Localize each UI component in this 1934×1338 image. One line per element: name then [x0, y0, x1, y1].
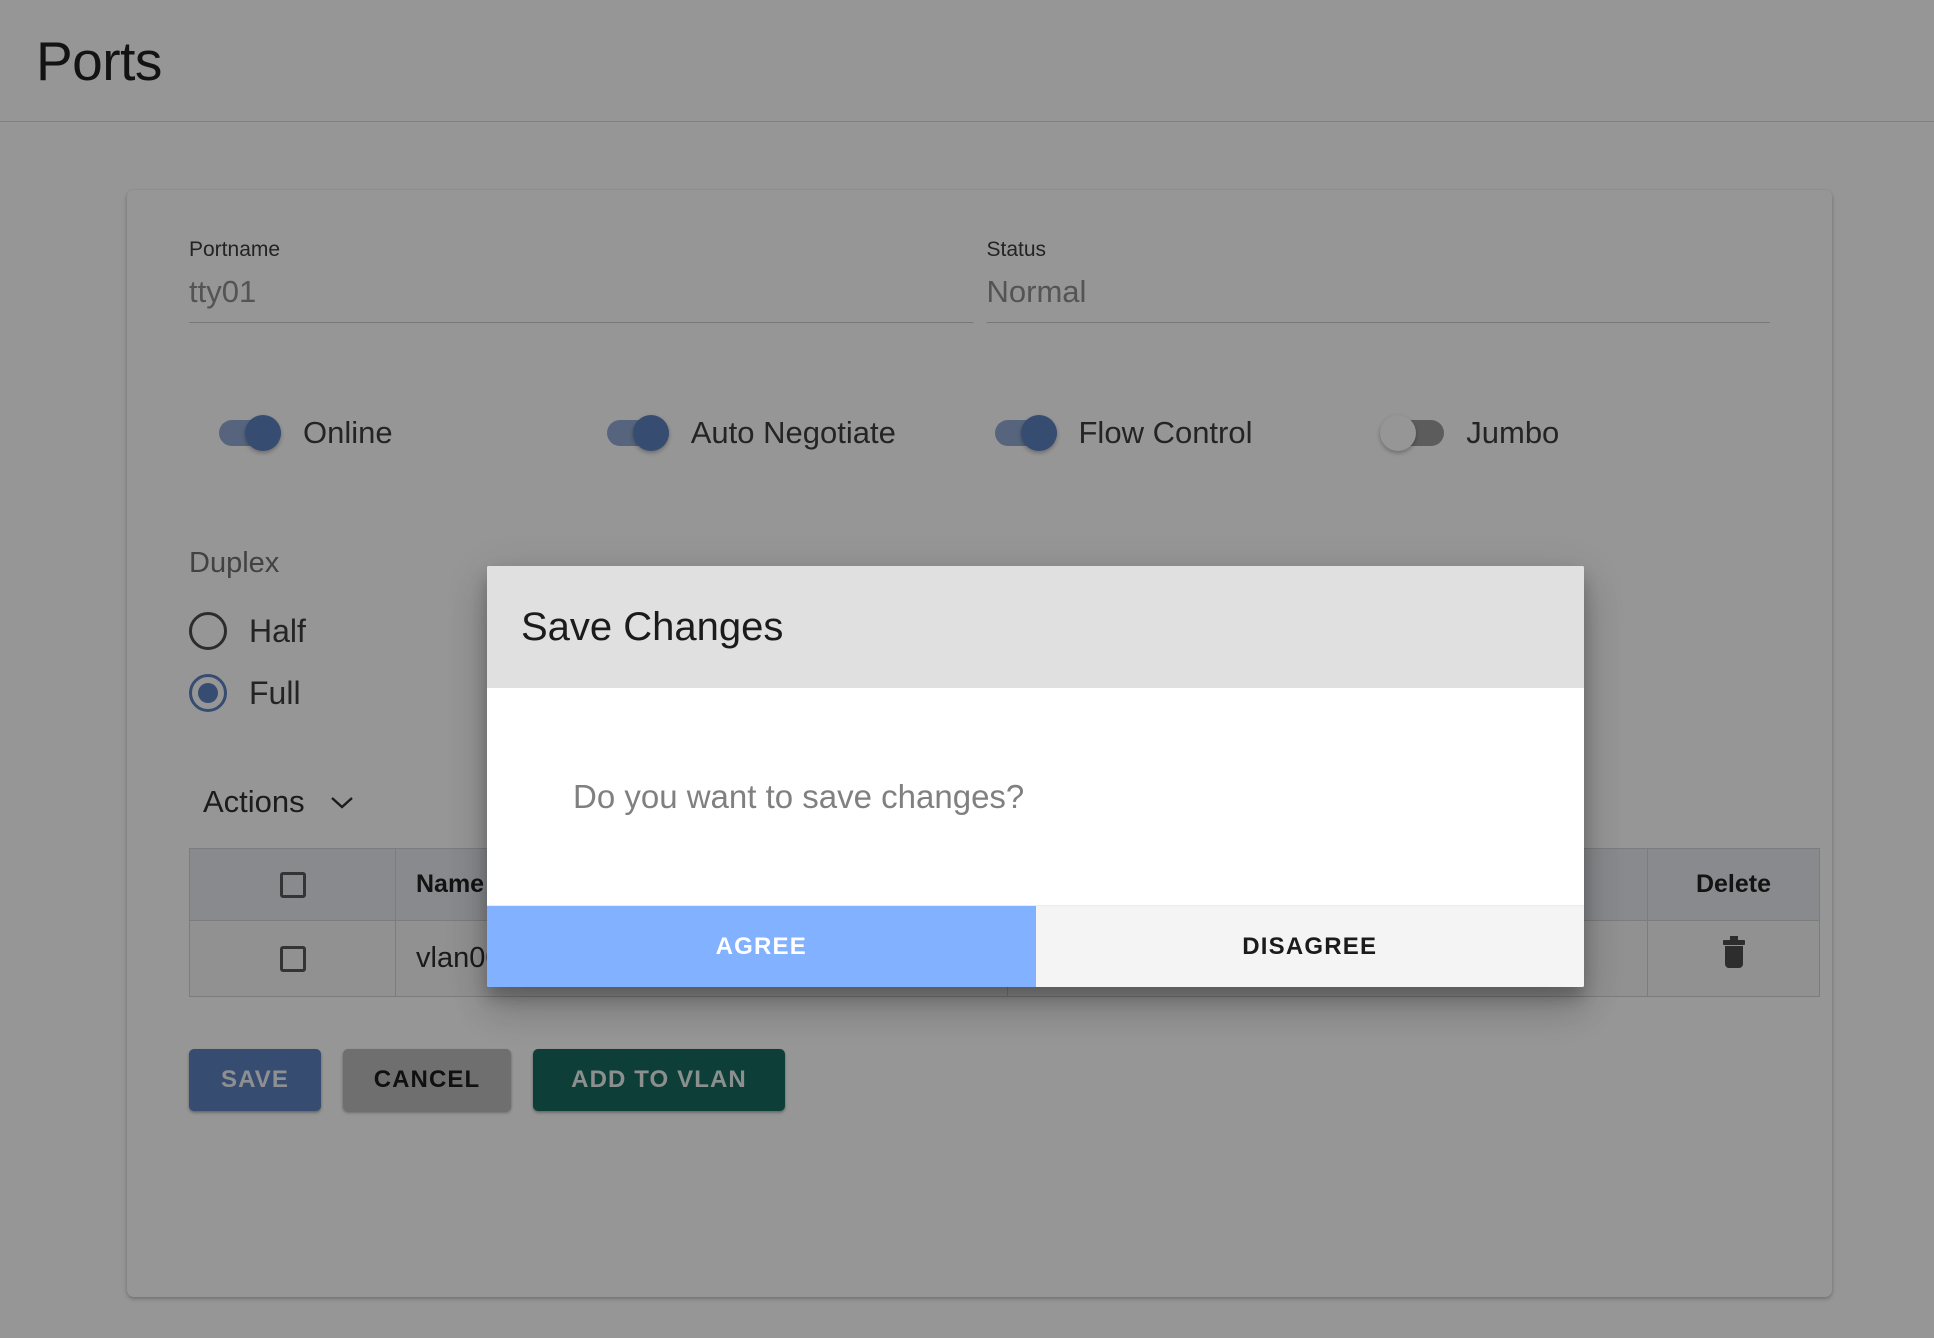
dialog-actions: AGREE DISAGREE — [487, 905, 1584, 987]
dialog-body: Do you want to save changes? — [487, 688, 1584, 905]
disagree-button[interactable]: DISAGREE — [1035, 906, 1584, 987]
save-changes-dialog: Save Changes Do you want to save changes… — [487, 566, 1584, 987]
dialog-title: Save Changes — [521, 604, 784, 649]
dialog-header: Save Changes — [487, 566, 1584, 688]
agree-button[interactable]: AGREE — [487, 906, 1036, 987]
dialog-message: Do you want to save changes? — [573, 777, 1025, 815]
